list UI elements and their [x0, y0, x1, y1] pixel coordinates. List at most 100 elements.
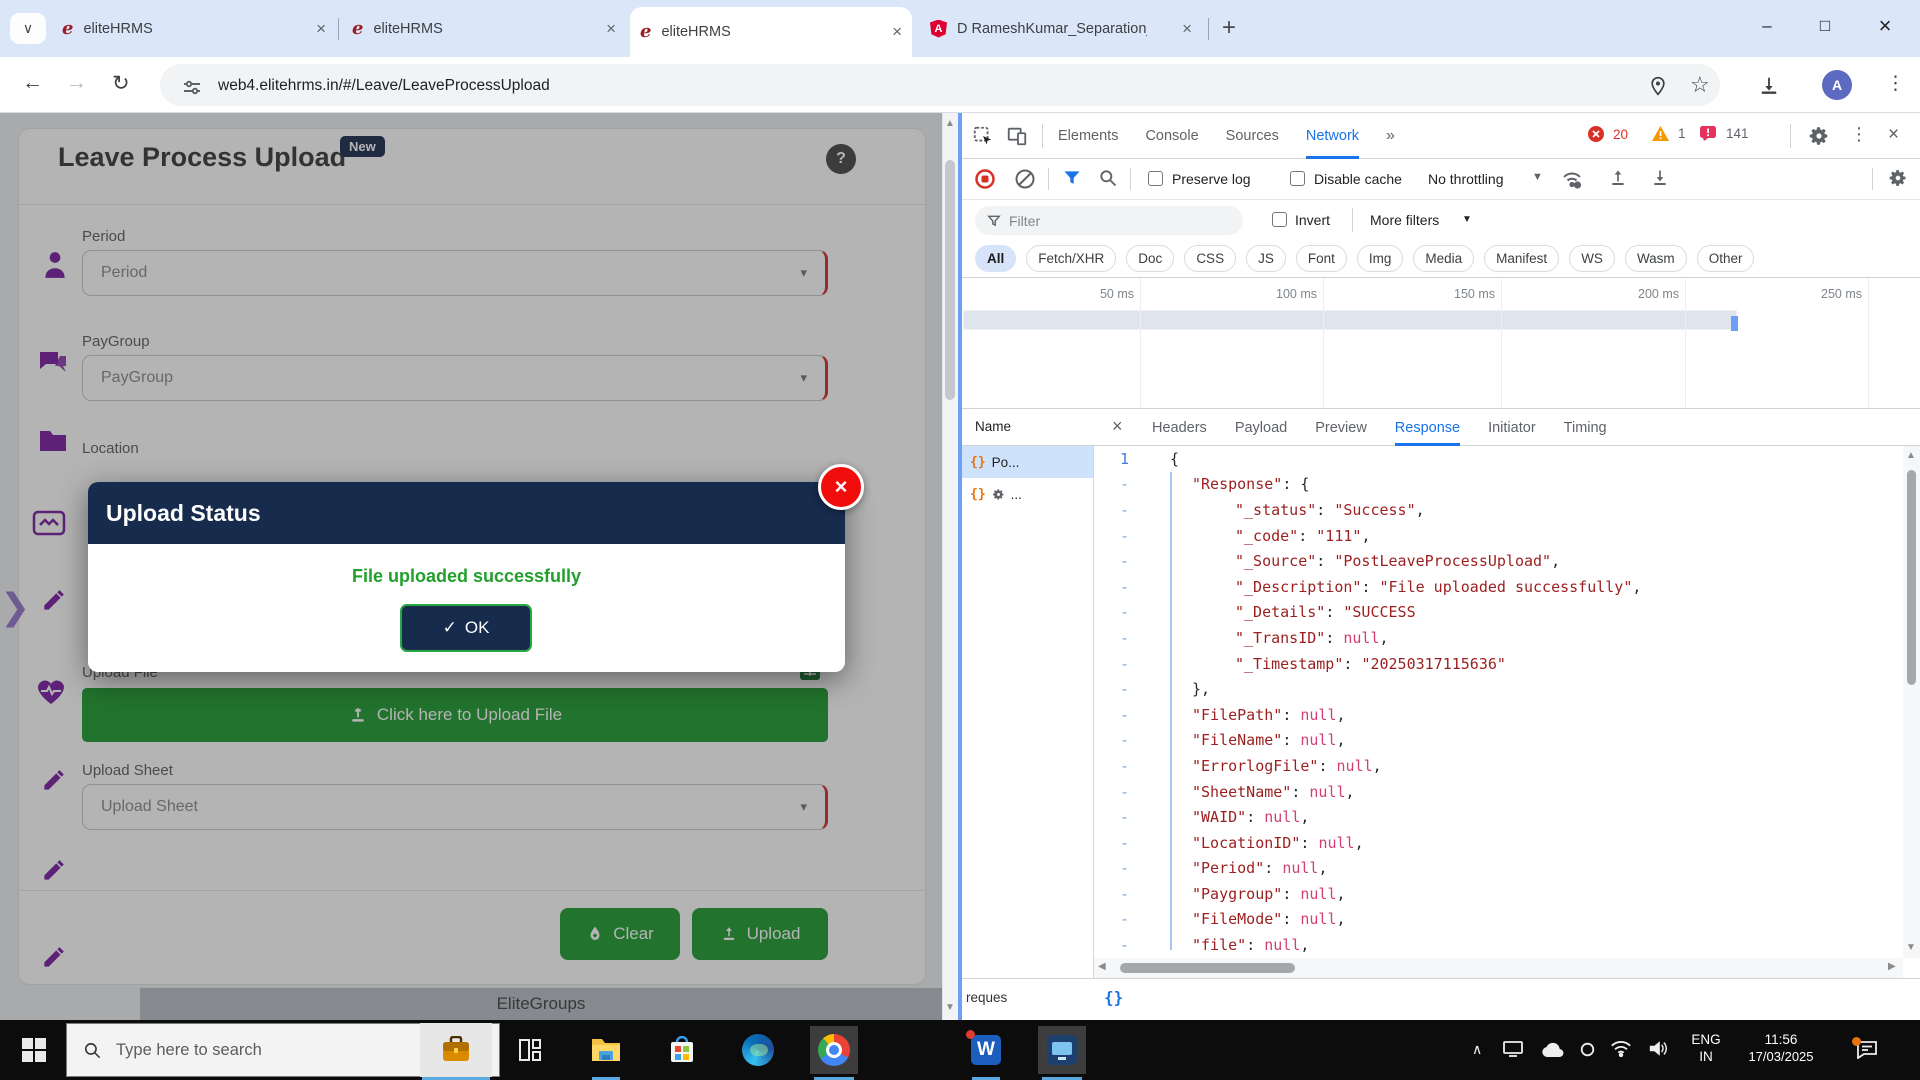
word-button[interactable]: W: [962, 1026, 1010, 1074]
download-icon[interactable]: [1758, 75, 1780, 97]
chip-ws[interactable]: WS: [1569, 245, 1615, 272]
window-maximize-button[interactable]: □: [1802, 8, 1848, 44]
chip-css[interactable]: CSS: [1184, 245, 1236, 272]
error-badge[interactable]: 20: [1588, 126, 1628, 142]
volume-icon[interactable]: [1648, 1040, 1668, 1057]
devtools-close-icon[interactable]: ×: [1888, 124, 1899, 146]
tab-timing[interactable]: Timing: [1564, 409, 1607, 446]
chip-fetchxhr[interactable]: Fetch/XHR: [1026, 245, 1116, 272]
chip-manifest[interactable]: Manifest: [1484, 245, 1559, 272]
tray-status-icon[interactable]: [1580, 1042, 1595, 1057]
clock[interactable]: 11:56 17/03/2025: [1735, 1031, 1827, 1065]
tab-initiator[interactable]: Initiator: [1488, 409, 1536, 446]
timeline-overview-band[interactable]: [963, 310, 1737, 330]
modal-close-button[interactable]: ×: [818, 464, 864, 510]
inspect-element-icon[interactable]: [972, 125, 994, 147]
microsoft-store-button[interactable]: [658, 1026, 706, 1074]
language-indicator[interactable]: ENG IN: [1686, 1031, 1726, 1065]
network-conditions-icon[interactable]: [1560, 167, 1584, 191]
export-har-icon[interactable]: [1650, 168, 1670, 188]
devtools-resize-divider[interactable]: [958, 113, 962, 1020]
window-close-button[interactable]: ×: [1862, 8, 1908, 44]
chevron-down-icon[interactable]: ▼: [1462, 214, 1472, 225]
chip-js[interactable]: JS: [1246, 245, 1286, 272]
firefox-button[interactable]: [886, 1026, 934, 1074]
preserve-log-checkbox[interactable]: [1148, 171, 1163, 186]
profile-avatar[interactable]: A: [1822, 70, 1852, 100]
device-toolbar-icon[interactable]: [1006, 125, 1028, 147]
close-detail-icon[interactable]: ×: [1112, 416, 1123, 437]
more-filters-dropdown[interactable]: More filters: [1370, 212, 1439, 228]
browser-tab-4[interactable]: A D RameshKumar_Separation_20 ×: [920, 0, 1202, 57]
url-text[interactable]: web4.elitehrms.in/#/Leave/LeaveProcessUp…: [218, 77, 550, 95]
record-network-log-icon[interactable]: [974, 168, 996, 190]
scroll-left-arrow-icon[interactable]: ◀: [1098, 961, 1106, 972]
response-code-viewer[interactable]: 1{-"Response": {-"_status": "Success",-"…: [1093, 446, 1903, 958]
window-minimize-button[interactable]: –: [1744, 8, 1790, 44]
browser-tab-1[interactable]: e eliteHRMS ×: [52, 0, 336, 57]
chip-media[interactable]: Media: [1413, 245, 1474, 272]
disable-cache-label[interactable]: Disable cache: [1314, 171, 1402, 187]
request-row[interactable]: {} ...: [962, 478, 1093, 510]
settings-gear-icon[interactable]: [1808, 125, 1830, 147]
edge-button[interactable]: [734, 1026, 782, 1074]
invert-label[interactable]: Invert: [1295, 212, 1330, 228]
chrome-button-active[interactable]: [810, 1026, 858, 1074]
browser-menu-icon[interactable]: ⋮: [1886, 72, 1905, 95]
chip-wasm[interactable]: Wasm: [1625, 245, 1687, 272]
taskbar-briefcase-app[interactable]: [420, 1023, 492, 1077]
tab-elements[interactable]: Elements: [1058, 113, 1118, 159]
tab-console[interactable]: Console: [1145, 113, 1198, 159]
action-center-button[interactable]: [1856, 1040, 1878, 1059]
tab-close-icon[interactable]: ×: [1170, 19, 1192, 39]
back-button[interactable]: ←: [22, 71, 43, 95]
preserve-log-label[interactable]: Preserve log: [1172, 171, 1251, 187]
tab-headers[interactable]: Headers: [1152, 409, 1207, 446]
reload-button[interactable]: ↻: [112, 71, 130, 96]
invert-checkbox[interactable]: [1272, 212, 1287, 227]
chevron-down-icon[interactable]: ▼: [1532, 171, 1543, 183]
chip-all[interactable]: All: [975, 245, 1016, 272]
wifi-icon[interactable]: [1610, 1040, 1632, 1057]
modal-ok-button[interactable]: ✓ OK: [400, 604, 532, 652]
scroll-down-arrow-icon[interactable]: ▼: [945, 1002, 955, 1013]
forward-button[interactable]: →: [66, 71, 87, 95]
network-settings-gear-icon[interactable]: [1888, 168, 1908, 188]
clear-network-log-icon[interactable]: [1014, 168, 1036, 190]
tab-sources[interactable]: Sources: [1226, 113, 1279, 159]
snip-app-button[interactable]: [1038, 1026, 1086, 1074]
location-pin-icon[interactable]: [1648, 76, 1668, 96]
issues-badge[interactable]: 141: [1700, 126, 1749, 141]
warning-badge[interactable]: 1: [1652, 126, 1686, 141]
import-har-icon[interactable]: [1608, 168, 1628, 188]
chip-img[interactable]: Img: [1357, 245, 1404, 272]
app-scrollbar-thumb[interactable]: [945, 160, 955, 400]
scroll-right-arrow-icon[interactable]: ▶: [1888, 961, 1896, 972]
more-tabs-icon[interactable]: »: [1386, 113, 1395, 159]
tab-close-icon[interactable]: ×: [304, 19, 326, 39]
tab-close-icon[interactable]: ×: [594, 19, 616, 39]
tab-close-icon[interactable]: ×: [880, 22, 902, 42]
network-filter-input[interactable]: Filter: [975, 206, 1243, 235]
new-tab-button[interactable]: +: [1222, 14, 1236, 42]
file-explorer-button[interactable]: [582, 1026, 630, 1074]
search-icon[interactable]: [1098, 168, 1118, 188]
code-hscrollbar-thumb[interactable]: [1120, 963, 1295, 973]
name-column-header[interactable]: Name: [975, 419, 1011, 434]
tab-response[interactable]: Response: [1395, 409, 1460, 446]
task-view-button[interactable]: [506, 1026, 554, 1074]
browser-tab-3-active[interactable]: e eliteHRMS ×: [630, 7, 912, 57]
code-scrollbar-thumb[interactable]: [1907, 470, 1916, 685]
chip-font[interactable]: Font: [1296, 245, 1347, 272]
chip-other[interactable]: Other: [1697, 245, 1755, 272]
scroll-up-arrow-icon[interactable]: ▲: [945, 118, 955, 129]
chip-doc[interactable]: Doc: [1126, 245, 1174, 272]
bookmark-star-icon[interactable]: ☆: [1690, 72, 1710, 98]
disable-cache-checkbox[interactable]: [1290, 171, 1305, 186]
throttling-select[interactable]: No throttling: [1428, 171, 1503, 187]
browser-tab-2[interactable]: e eliteHRMS ×: [342, 0, 626, 57]
scroll-up-arrow-icon[interactable]: ▲: [1906, 450, 1916, 461]
devtools-menu-icon[interactable]: ⋮: [1850, 124, 1868, 145]
format-json-button[interactable]: {}: [1104, 988, 1123, 1007]
filter-funnel-icon[interactable]: [1062, 168, 1082, 188]
